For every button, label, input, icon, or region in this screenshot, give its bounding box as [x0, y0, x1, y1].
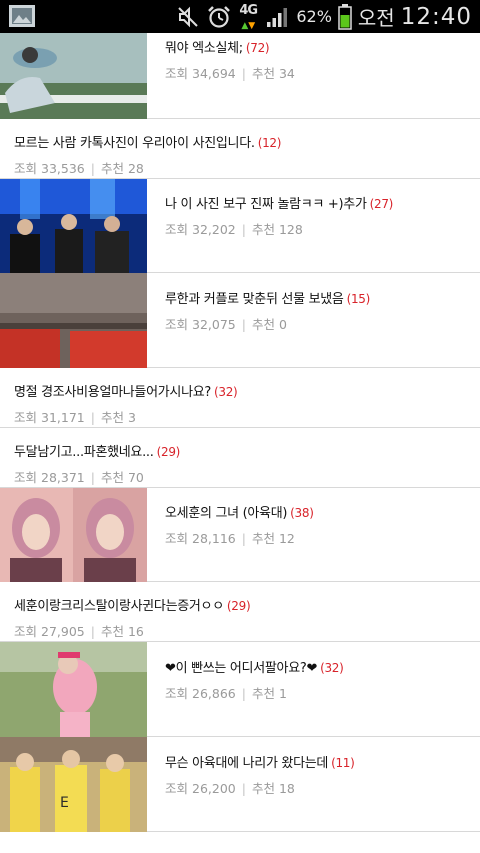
- alarm-icon: [208, 5, 231, 28]
- post-title[interactable]: ❤이 빤쓰는 어디서팔아요?❤ (32): [165, 657, 344, 676]
- post-thumbnail: E: [0, 737, 147, 832]
- comment-count: (32): [320, 661, 344, 675]
- post-title[interactable]: 뭐야 엑소실체; (72): [165, 37, 295, 56]
- post-thumbnail: [0, 33, 147, 119]
- post-thumbnail: [0, 488, 147, 582]
- post-meta: 조회 34,694 | 추천 34: [165, 66, 295, 81]
- list-item[interactable]: 명절 경조사비용얼마나들어가시나요? (32) 조회 31,171 | 추천 3: [0, 368, 480, 428]
- post-thumbnail: [0, 179, 147, 273]
- post-meta: 조회 27,905 | 추천 16: [14, 624, 144, 639]
- list-item[interactable]: 두달남기고...파혼했네요... (29) 조회 28,371 | 추천 70: [0, 428, 480, 488]
- post-meta: 조회 33,536 | 추천 28: [14, 161, 144, 176]
- comment-count: (15): [346, 292, 371, 306]
- status-bar: 4G ▲▼ 62% 오전 12:40: [0, 0, 480, 33]
- comment-count: (38): [290, 506, 314, 520]
- post-title[interactable]: 오세훈의 그녀 (아육대) (38): [165, 502, 314, 521]
- post-title[interactable]: 두달남기고...파혼했네요... (29): [14, 441, 180, 460]
- post-meta: 조회 26,200 | 추천 18: [165, 781, 295, 796]
- battery-icon: [338, 3, 352, 30]
- comment-count: (11): [331, 756, 355, 770]
- list-item[interactable]: 오세훈의 그녀 (아육대) (38) 조회 28,116 | 추천 12: [0, 488, 480, 582]
- post-meta: 조회 31,171 | 추천 3: [14, 410, 136, 425]
- post-meta: 조회 32,075 | 추천 0: [165, 317, 287, 332]
- post-title[interactable]: 무슨 아육대에 나리가 왔다는데 (11): [165, 752, 355, 771]
- gallery-icon: [9, 5, 35, 27]
- comment-count: (32): [214, 385, 238, 399]
- list-item[interactable]: 루한과 커플로 맞춘뒤 선물 보냈음 (15) 조회 32,075 | 추천 0: [0, 273, 480, 368]
- signal-icon: [267, 7, 288, 27]
- post-thumbnail: [0, 642, 147, 737]
- comment-count: (12): [257, 136, 282, 150]
- post-meta: 조회 26,866 | 추천 1: [165, 686, 287, 701]
- list-item[interactable]: 모르는 사람 카톡사진이 우리아이 사진입니다. (12) 조회 33,536 | 추…: [0, 119, 480, 179]
- svg-text:E: E: [60, 795, 69, 811]
- network-4g-icon: 4G ▲▼: [239, 2, 258, 31]
- post-title[interactable]: 모르는 사람 카톡사진이 우리아이 사진입니다. (12): [14, 132, 281, 151]
- mute-icon: [178, 6, 199, 27]
- list-item[interactable]: ❤이 빤쓰는 어디서팔아요?❤ (32) 조회 26,866 | 추천 1: [0, 642, 480, 737]
- comment-count: (29): [156, 445, 181, 459]
- post-title[interactable]: 나 이 사진 보구 진짜 놀람ㅋㅋ +)추가 (27): [165, 193, 393, 212]
- comment-count: (72): [245, 41, 270, 55]
- list-item[interactable]: 나 이 사진 보구 진짜 놀람ㅋㅋ +)추가 (27) 조회 32,202 | 추천 …: [0, 179, 480, 273]
- clock-time: 12:40: [400, 3, 472, 30]
- comment-count: (29): [226, 599, 251, 613]
- clock-ampm: 오전: [357, 6, 395, 30]
- comment-count: (27): [369, 197, 394, 211]
- post-title[interactable]: 세훈이랑크리스탈이랑사귄다는증거ㅇㅇ (29): [14, 595, 251, 614]
- post-meta: 조회 32,202 | 추천 128: [165, 222, 303, 237]
- list-item[interactable]: 뭐야 엑소실체; (72) 조회 34,694 | 추천 34: [0, 33, 480, 119]
- post-meta: 조회 28,371 | 추천 70: [14, 470, 144, 485]
- list-item[interactable]: E 무슨 아육대에 나리가 왔다는데 (11) 조회 26,200 | 추천 18: [0, 737, 480, 832]
- post-title[interactable]: 명절 경조사비용얼마나들어가시나요? (32): [14, 381, 238, 400]
- post-thumbnail: [0, 273, 147, 368]
- list-item[interactable]: 세훈이랑크리스탈이랑사귄다는증거ㅇㅇ (29) 조회 27,905 | 추천 16: [0, 582, 480, 642]
- post-title[interactable]: 루한과 커플로 맞춘뒤 선물 보냈음 (15): [165, 288, 370, 307]
- post-meta: 조회 28,116 | 추천 12: [165, 531, 295, 546]
- battery-percent: 62%: [296, 7, 332, 26]
